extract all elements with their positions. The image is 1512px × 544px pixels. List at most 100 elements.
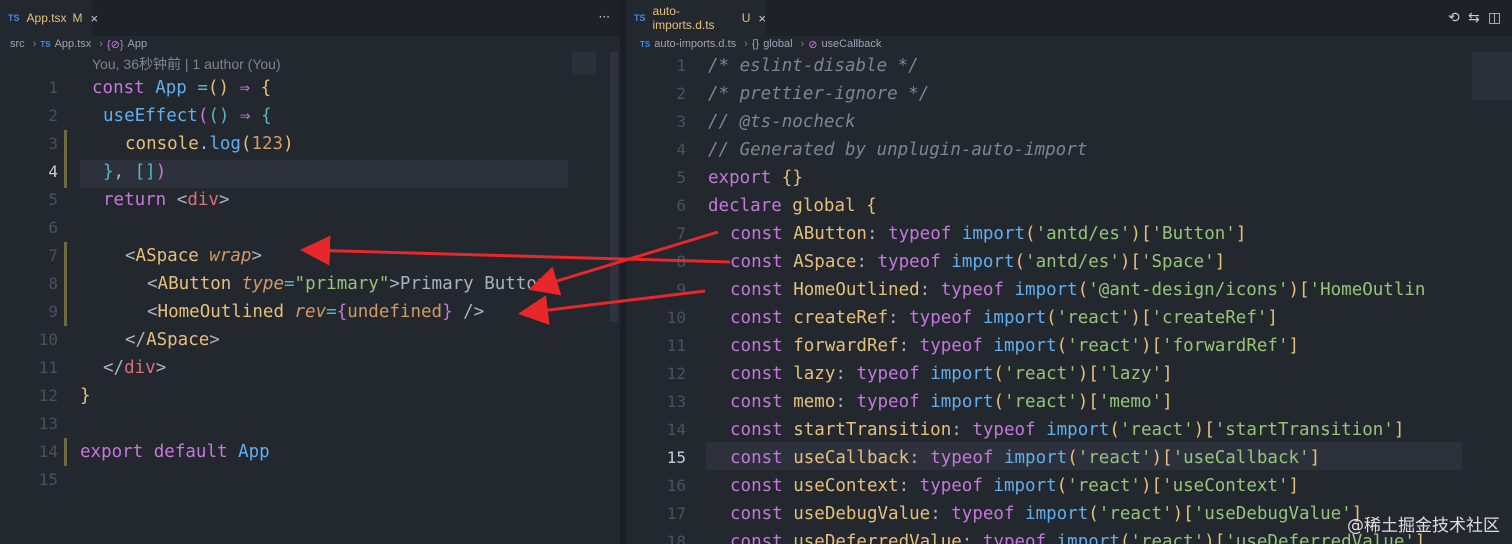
- token: typeof: [982, 532, 1057, 544]
- token: typeof: [940, 280, 1015, 300]
- token: }: [792, 168, 803, 188]
- token: return: [103, 190, 177, 210]
- line-number: 11: [38, 358, 58, 377]
- token: typeof: [951, 504, 1026, 524]
- token: :: [919, 280, 941, 300]
- line-number: 6: [676, 196, 686, 215]
- token: 'react': [1119, 420, 1194, 440]
- comment: /* prettier-ignore */: [708, 84, 930, 104]
- token: (: [1067, 448, 1078, 468]
- token: Primary Button: [399, 274, 548, 294]
- token: ]: [1235, 224, 1247, 244]
- token: 'memo': [1098, 392, 1163, 412]
- breadcrumb-symbol[interactable]: App: [128, 38, 148, 50]
- git-modified-marker: [64, 242, 67, 326]
- untracked-status: U: [741, 11, 751, 25]
- token: [: [1214, 532, 1226, 544]
- token: const: [730, 224, 794, 244]
- token: 'react': [1056, 308, 1131, 328]
- codelens-blame[interactable]: You, 36秒钟前 | 1 author (You): [92, 54, 281, 74]
- token: ⇒: [229, 78, 261, 98]
- token: [: [1162, 448, 1173, 468]
- breadcrumb-folder[interactable]: src: [10, 38, 25, 50]
- token: '@ant-design/icons': [1088, 280, 1289, 300]
- token: 'createRef': [1151, 308, 1268, 328]
- token: default: [153, 442, 239, 462]
- token: typeof: [909, 308, 983, 328]
- token: typeof: [919, 336, 994, 356]
- close-icon[interactable]: ×: [758, 11, 766, 26]
- minimap[interactable]: [572, 52, 596, 74]
- line-number: 13: [666, 392, 686, 411]
- token: import: [951, 252, 1015, 272]
- typescript-file-icon: TS: [634, 13, 646, 23]
- token: 'antd/es': [1025, 252, 1120, 272]
- token: 'useCallback': [1172, 448, 1310, 468]
- token: import: [1003, 448, 1068, 468]
- token: ): [1140, 476, 1152, 496]
- line-number: 1: [48, 78, 58, 97]
- token: log: [209, 134, 241, 154]
- minimap[interactable]: [1472, 52, 1512, 100]
- token: :: [866, 224, 889, 244]
- token: App: [238, 442, 270, 462]
- breadcrumb-file[interactable]: App.tsx: [55, 38, 92, 50]
- token: 'Space': [1140, 252, 1215, 272]
- token: >: [209, 330, 220, 350]
- more-actions-icon[interactable]: ···: [599, 10, 610, 24]
- close-icon[interactable]: ×: [91, 11, 99, 26]
- token: ): [1140, 336, 1152, 356]
- token: (: [1014, 252, 1026, 272]
- namespace-icon: {}: [751, 38, 760, 50]
- token: "primary": [294, 274, 390, 294]
- token: ): [218, 78, 229, 98]
- scrollbar[interactable]: [610, 52, 618, 322]
- token: :: [888, 308, 910, 328]
- tab-app-tsx[interactable]: TS App.tsx M ×: [0, 0, 98, 36]
- line-number: 14: [38, 442, 58, 461]
- token: (: [1025, 224, 1036, 244]
- token: ]: [1288, 476, 1300, 496]
- code-editor[interactable]: 1 2 3 4 5 6 7 8 9 10 11 12 13 14 15 16 17 18 /* eslint-di…: [626, 52, 1512, 544]
- token: lazy: [793, 364, 836, 384]
- breadcrumb-file[interactable]: auto-imports.d.ts: [654, 38, 736, 50]
- split-editor-icon[interactable]: ◫: [1488, 10, 1501, 26]
- breadcrumb-symbol[interactable]: useCallback: [821, 38, 881, 50]
- line-number: 16: [666, 476, 686, 495]
- token: }: [80, 386, 91, 406]
- compare-icon[interactable]: ⇆: [1468, 10, 1480, 26]
- token: [: [1130, 252, 1141, 272]
- line-number: 12: [38, 386, 58, 405]
- line-number: 7: [676, 224, 686, 243]
- token: (: [1046, 308, 1057, 328]
- token: const: [730, 252, 794, 272]
- history-icon[interactable]: ⟲: [1448, 10, 1460, 26]
- line-number: 15: [38, 470, 58, 489]
- token: AButton: [793, 224, 867, 244]
- token: {: [261, 106, 272, 126]
- line-number: 2: [48, 106, 58, 125]
- line-number: 5: [48, 190, 58, 209]
- token: (: [1056, 476, 1068, 496]
- line-number: 10: [666, 308, 686, 327]
- token: [: [1204, 420, 1215, 440]
- line-number: 15: [666, 448, 686, 467]
- token: >: [218, 190, 230, 210]
- code-editor[interactable]: You, 36秒钟前 | 1 author (You) 1 2 3 4 5 6 7 8 9 10 1…: [0, 52, 620, 544]
- typescript-file-icon: TS: [40, 39, 51, 49]
- token: const: [730, 336, 794, 356]
- token: ]: [1162, 364, 1173, 384]
- token: div: [124, 358, 156, 378]
- token: import: [930, 364, 994, 384]
- token: ): [283, 134, 294, 154]
- breadcrumb-namespace[interactable]: global: [763, 38, 792, 50]
- line-number: 4: [676, 140, 686, 159]
- token: ): [1077, 364, 1089, 384]
- token: 'antd/es': [1035, 224, 1131, 244]
- line-number: 11: [666, 336, 686, 355]
- token: (: [207, 78, 219, 98]
- token: const: [730, 448, 794, 468]
- tab-auto-imports[interactable]: TS auto-imports.d.ts U ×: [626, 0, 766, 36]
- line-number: 7: [48, 246, 58, 265]
- token: (: [993, 392, 1004, 412]
